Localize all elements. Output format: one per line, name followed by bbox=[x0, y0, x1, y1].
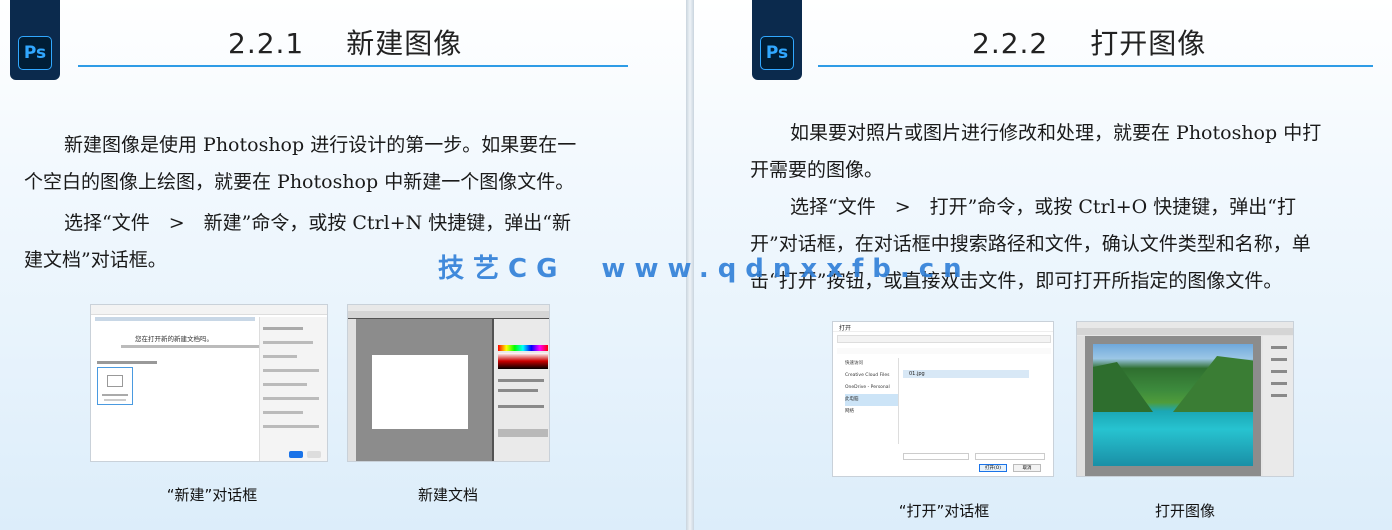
open-dialog-screenshot: 打开 快速访问 Creative Cloud Files OneDrive - … bbox=[832, 321, 1054, 477]
paragraph-1: 如果要对照片或图片进行修改和处理，就要在 Photoshop 中打 开需要的图像… bbox=[750, 115, 1380, 189]
path-bar[interactable] bbox=[837, 335, 1051, 343]
watermark: 技艺CG www.qdnxxfb.cn bbox=[438, 254, 971, 284]
nav-item[interactable]: Creative Cloud Files bbox=[845, 370, 898, 382]
para-line: 建文档”对话框。 bbox=[24, 249, 167, 271]
section-heading: 2.2.2 打开图像 bbox=[972, 22, 1206, 62]
title-underline bbox=[78, 65, 628, 67]
section-title: 打开图像 bbox=[1090, 27, 1207, 60]
paragraph-1: 新建图像是使用 Photoshop 进行设计的第一步。如果要在一 个空白的图像上… bbox=[24, 127, 624, 201]
create-button[interactable] bbox=[289, 451, 303, 458]
para-line: 开需要的图像。 bbox=[750, 159, 884, 181]
nav-item[interactable]: 此电脑 bbox=[845, 394, 898, 406]
cancel-button[interactable]: 取消 bbox=[1013, 464, 1041, 472]
opened-image-screenshot bbox=[1076, 321, 1294, 477]
file-row[interactable]: 01.jpg bbox=[903, 370, 1029, 378]
ps-logo-text: Ps bbox=[18, 36, 52, 70]
section-heading: 2.2.1 新建图像 bbox=[228, 22, 462, 62]
title-underline bbox=[818, 65, 1373, 67]
para-line: 如果要对照片或图片进行修改和处理，就要在 Photoshop 中打 bbox=[790, 122, 1322, 144]
preset-thumbnail[interactable] bbox=[97, 367, 133, 405]
close-button[interactable] bbox=[307, 451, 321, 458]
ps-logo-text: Ps bbox=[760, 36, 794, 70]
dialog-title: 打开 bbox=[839, 325, 852, 332]
para-line: 选择“文件 > 新建”命令，或按 Ctrl+N 快捷键，弹出“新 bbox=[64, 212, 572, 234]
dialog-heading: 您在打开新的新建文档吗。 bbox=[135, 335, 213, 343]
section-title: 新建图像 bbox=[346, 27, 463, 60]
new-document-screenshot bbox=[347, 304, 550, 462]
para-line: 选择“文件 > 打开”命令，或按 Ctrl+O 快捷键，弹出“打 bbox=[790, 196, 1296, 218]
figure-caption: “新建”对话框 bbox=[166, 486, 258, 504]
open-button[interactable]: 打开(O) bbox=[979, 464, 1007, 472]
filetype-select[interactable] bbox=[975, 453, 1045, 460]
filename-input[interactable] bbox=[903, 453, 969, 460]
figure-caption: “打开”对话框 bbox=[898, 502, 990, 520]
photoshop-logo: Ps bbox=[10, 0, 60, 80]
nav-item[interactable]: OneDrive - Personal bbox=[845, 382, 898, 394]
new-dialog-screenshot: 您在打开新的新建文档吗。 bbox=[90, 304, 328, 462]
nav-pane: 快速访问 Creative Cloud Files OneDrive - Per… bbox=[837, 358, 899, 444]
photoshop-logo: Ps bbox=[752, 0, 802, 80]
nav-item[interactable]: 网络 bbox=[845, 406, 898, 418]
para-line: 新建图像是使用 Photoshop 进行设计的第一步。如果要在一 bbox=[64, 134, 577, 156]
figure-caption: 打开图像 bbox=[1154, 502, 1215, 520]
section-number: 2.2.2 bbox=[972, 27, 1049, 60]
landscape-photo bbox=[1093, 344, 1253, 466]
nav-item[interactable]: 快速访问 bbox=[845, 358, 898, 370]
blank-canvas bbox=[372, 355, 468, 429]
section-number: 2.2.1 bbox=[228, 27, 305, 60]
para-line: 个空白的图像上绘图，就要在 Photoshop 中新建一个图像文件。 bbox=[24, 171, 575, 193]
figure-caption: 新建文档 bbox=[417, 486, 478, 504]
